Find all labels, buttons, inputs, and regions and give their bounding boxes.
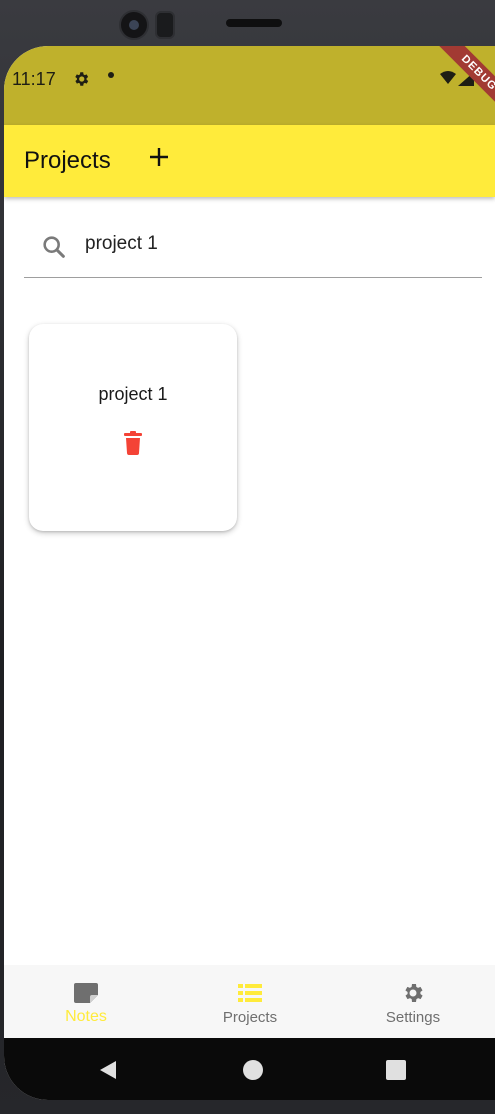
nav-label-notes: Notes — [65, 1008, 107, 1025]
proximity-sensor — [155, 11, 175, 39]
settings-notification-icon — [72, 70, 90, 93]
plus-icon — [150, 148, 168, 166]
system-navigation-bar — [4, 1038, 495, 1100]
earpiece-speaker — [226, 19, 282, 27]
search-input[interactable] — [85, 228, 465, 260]
nav-label-projects: Projects — [222, 1009, 278, 1026]
home-icon[interactable] — [241, 1058, 265, 1082]
status-bar: 11:17 DEBUG — [4, 46, 495, 125]
add-project-button[interactable] — [142, 139, 176, 175]
nav-item-projects[interactable]: Projects — [168, 965, 332, 1038]
trash-icon — [124, 431, 142, 455]
front-camera — [119, 10, 149, 40]
project-card[interactable]: project 1 — [29, 324, 237, 531]
list-icon — [238, 984, 262, 1002]
bottom-navigation: Notes Projects Settings — [4, 965, 495, 1038]
search-field[interactable] — [24, 216, 482, 278]
page-title: Projects — [24, 147, 111, 174]
app-bar: Projects — [4, 125, 495, 197]
search-icon — [43, 236, 65, 258]
notification-dot-icon — [108, 72, 114, 78]
back-icon[interactable] — [96, 1058, 120, 1082]
gear-icon — [405, 984, 423, 1002]
nav-item-notes[interactable]: Notes — [4, 965, 168, 1038]
recents-icon[interactable] — [384, 1058, 408, 1082]
nav-label-settings: Settings — [385, 1009, 441, 1026]
delete-project-button[interactable] — [118, 427, 148, 459]
note-icon — [74, 983, 98, 1003]
nav-item-settings[interactable]: Settings — [331, 965, 495, 1038]
phone-screen: 11:17 DEBUG Projects project 1 project 1… — [4, 46, 495, 1100]
wifi-icon — [440, 71, 456, 84]
project-name: project 1 — [98, 384, 168, 404]
status-time: 11:17 — [12, 69, 56, 89]
